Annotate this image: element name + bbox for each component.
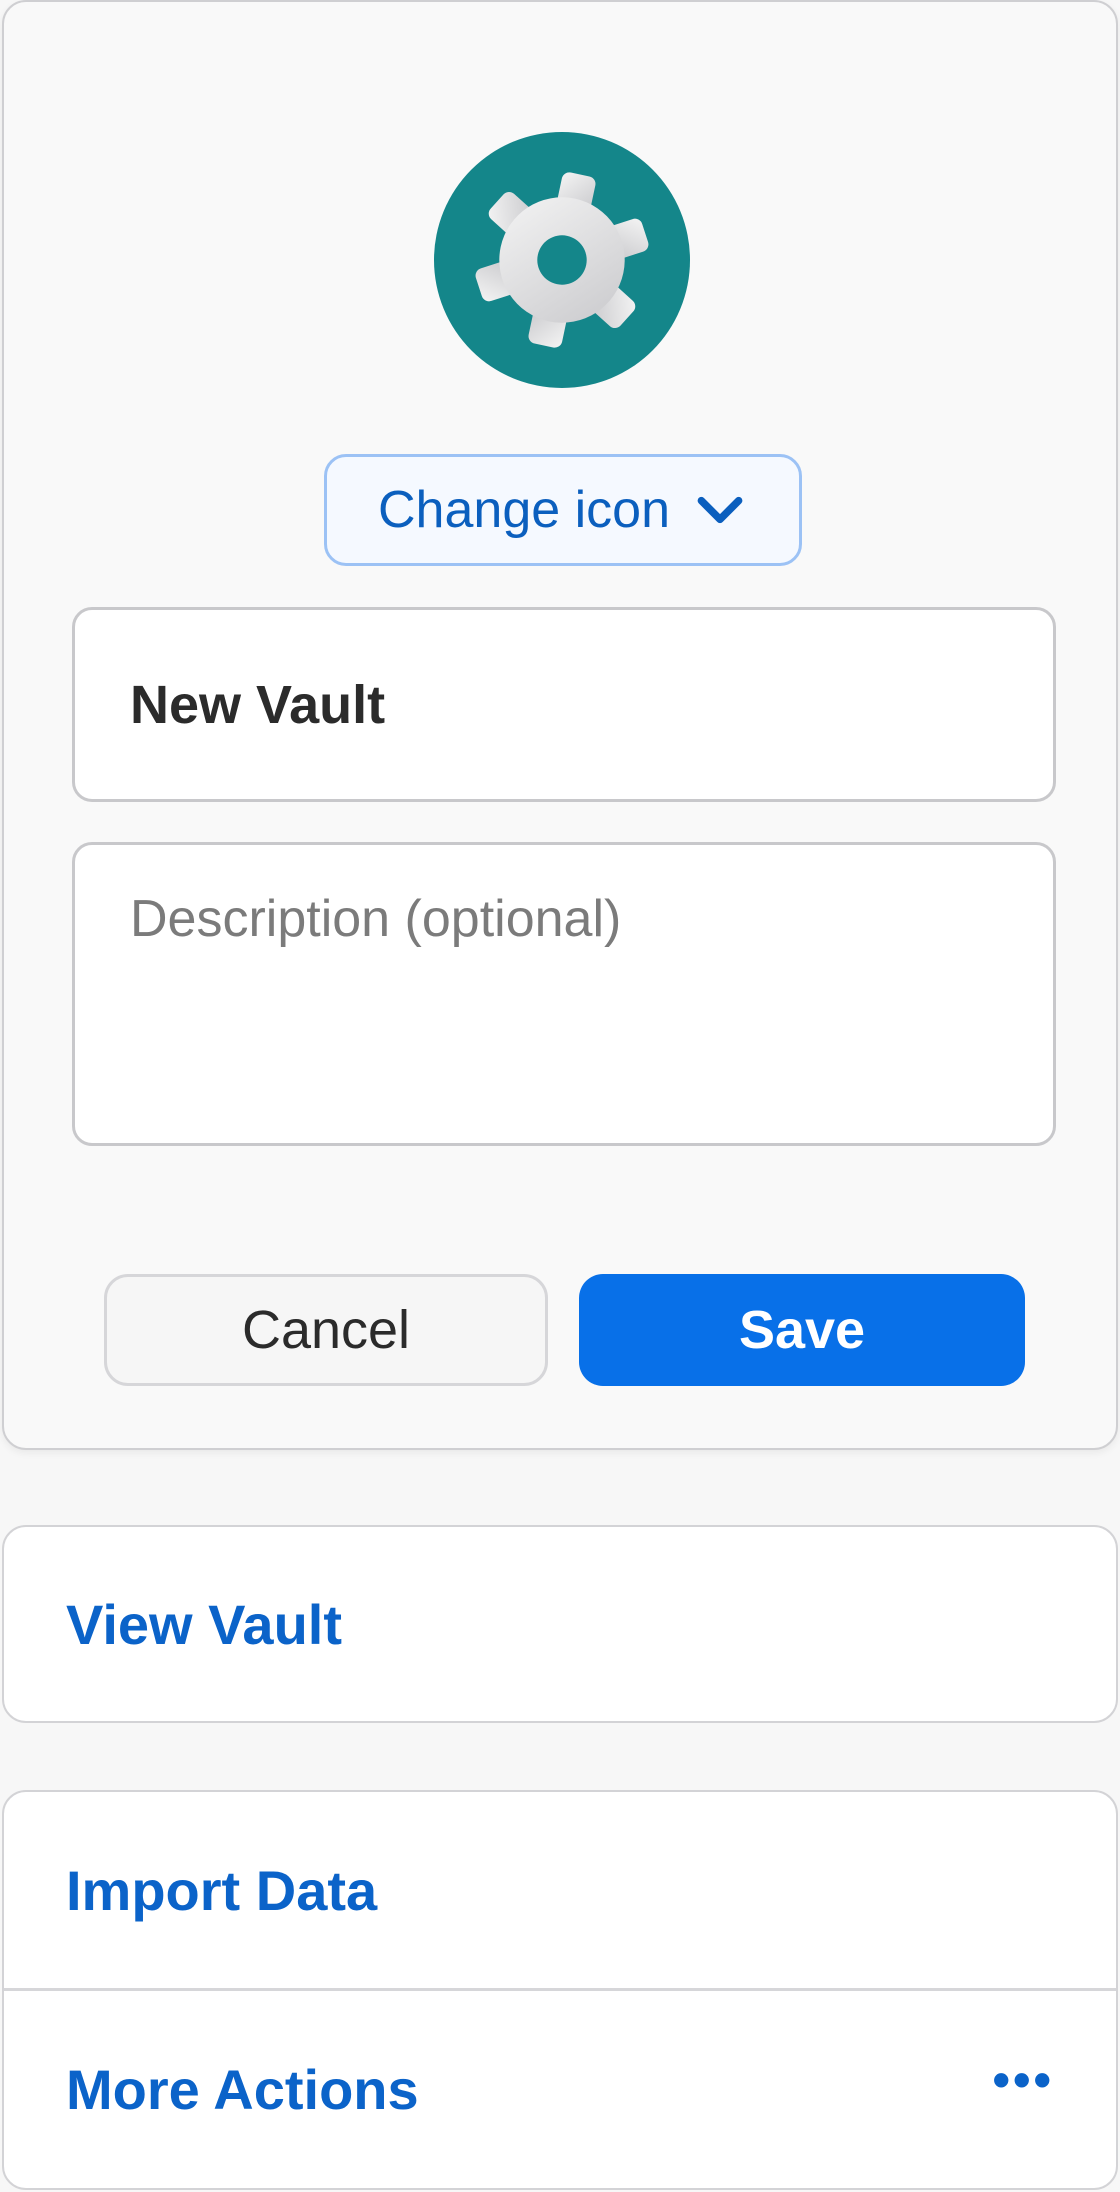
vault-name-field[interactable]: New Vault (72, 607, 1056, 802)
vault-editor-card: Change icon New Vault Description (optio… (2, 0, 1118, 1450)
description-field[interactable]: Description (optional) (72, 842, 1056, 1146)
save-button[interactable]: Save (579, 1274, 1025, 1386)
ellipsis-icon[interactable]: ••• (992, 2055, 1054, 2105)
cancel-button[interactable]: Cancel (104, 1274, 548, 1386)
view-vault-card: View Vault (2, 1525, 1118, 1723)
import-data-label: Import Data (66, 1858, 378, 1922)
view-vault-link[interactable]: View Vault (4, 1527, 1116, 1721)
change-icon-button[interactable]: Change icon (324, 454, 802, 566)
vault-icon (434, 132, 690, 388)
more-actions-label: More Actions (66, 2057, 419, 2121)
change-icon-label: Change icon (378, 481, 670, 539)
gear-icon (475, 172, 649, 348)
more-actions-link[interactable]: More Actions ••• (4, 1991, 1116, 2187)
actions-card: Import Data More Actions ••• (2, 1790, 1118, 2190)
import-data-link[interactable]: Import Data (4, 1792, 1116, 1988)
vault-name-value: New Vault (130, 674, 386, 735)
view-vault-label: View Vault (66, 1592, 342, 1656)
chevron-down-icon (697, 496, 743, 524)
description-placeholder: Description (optional) (130, 890, 622, 948)
